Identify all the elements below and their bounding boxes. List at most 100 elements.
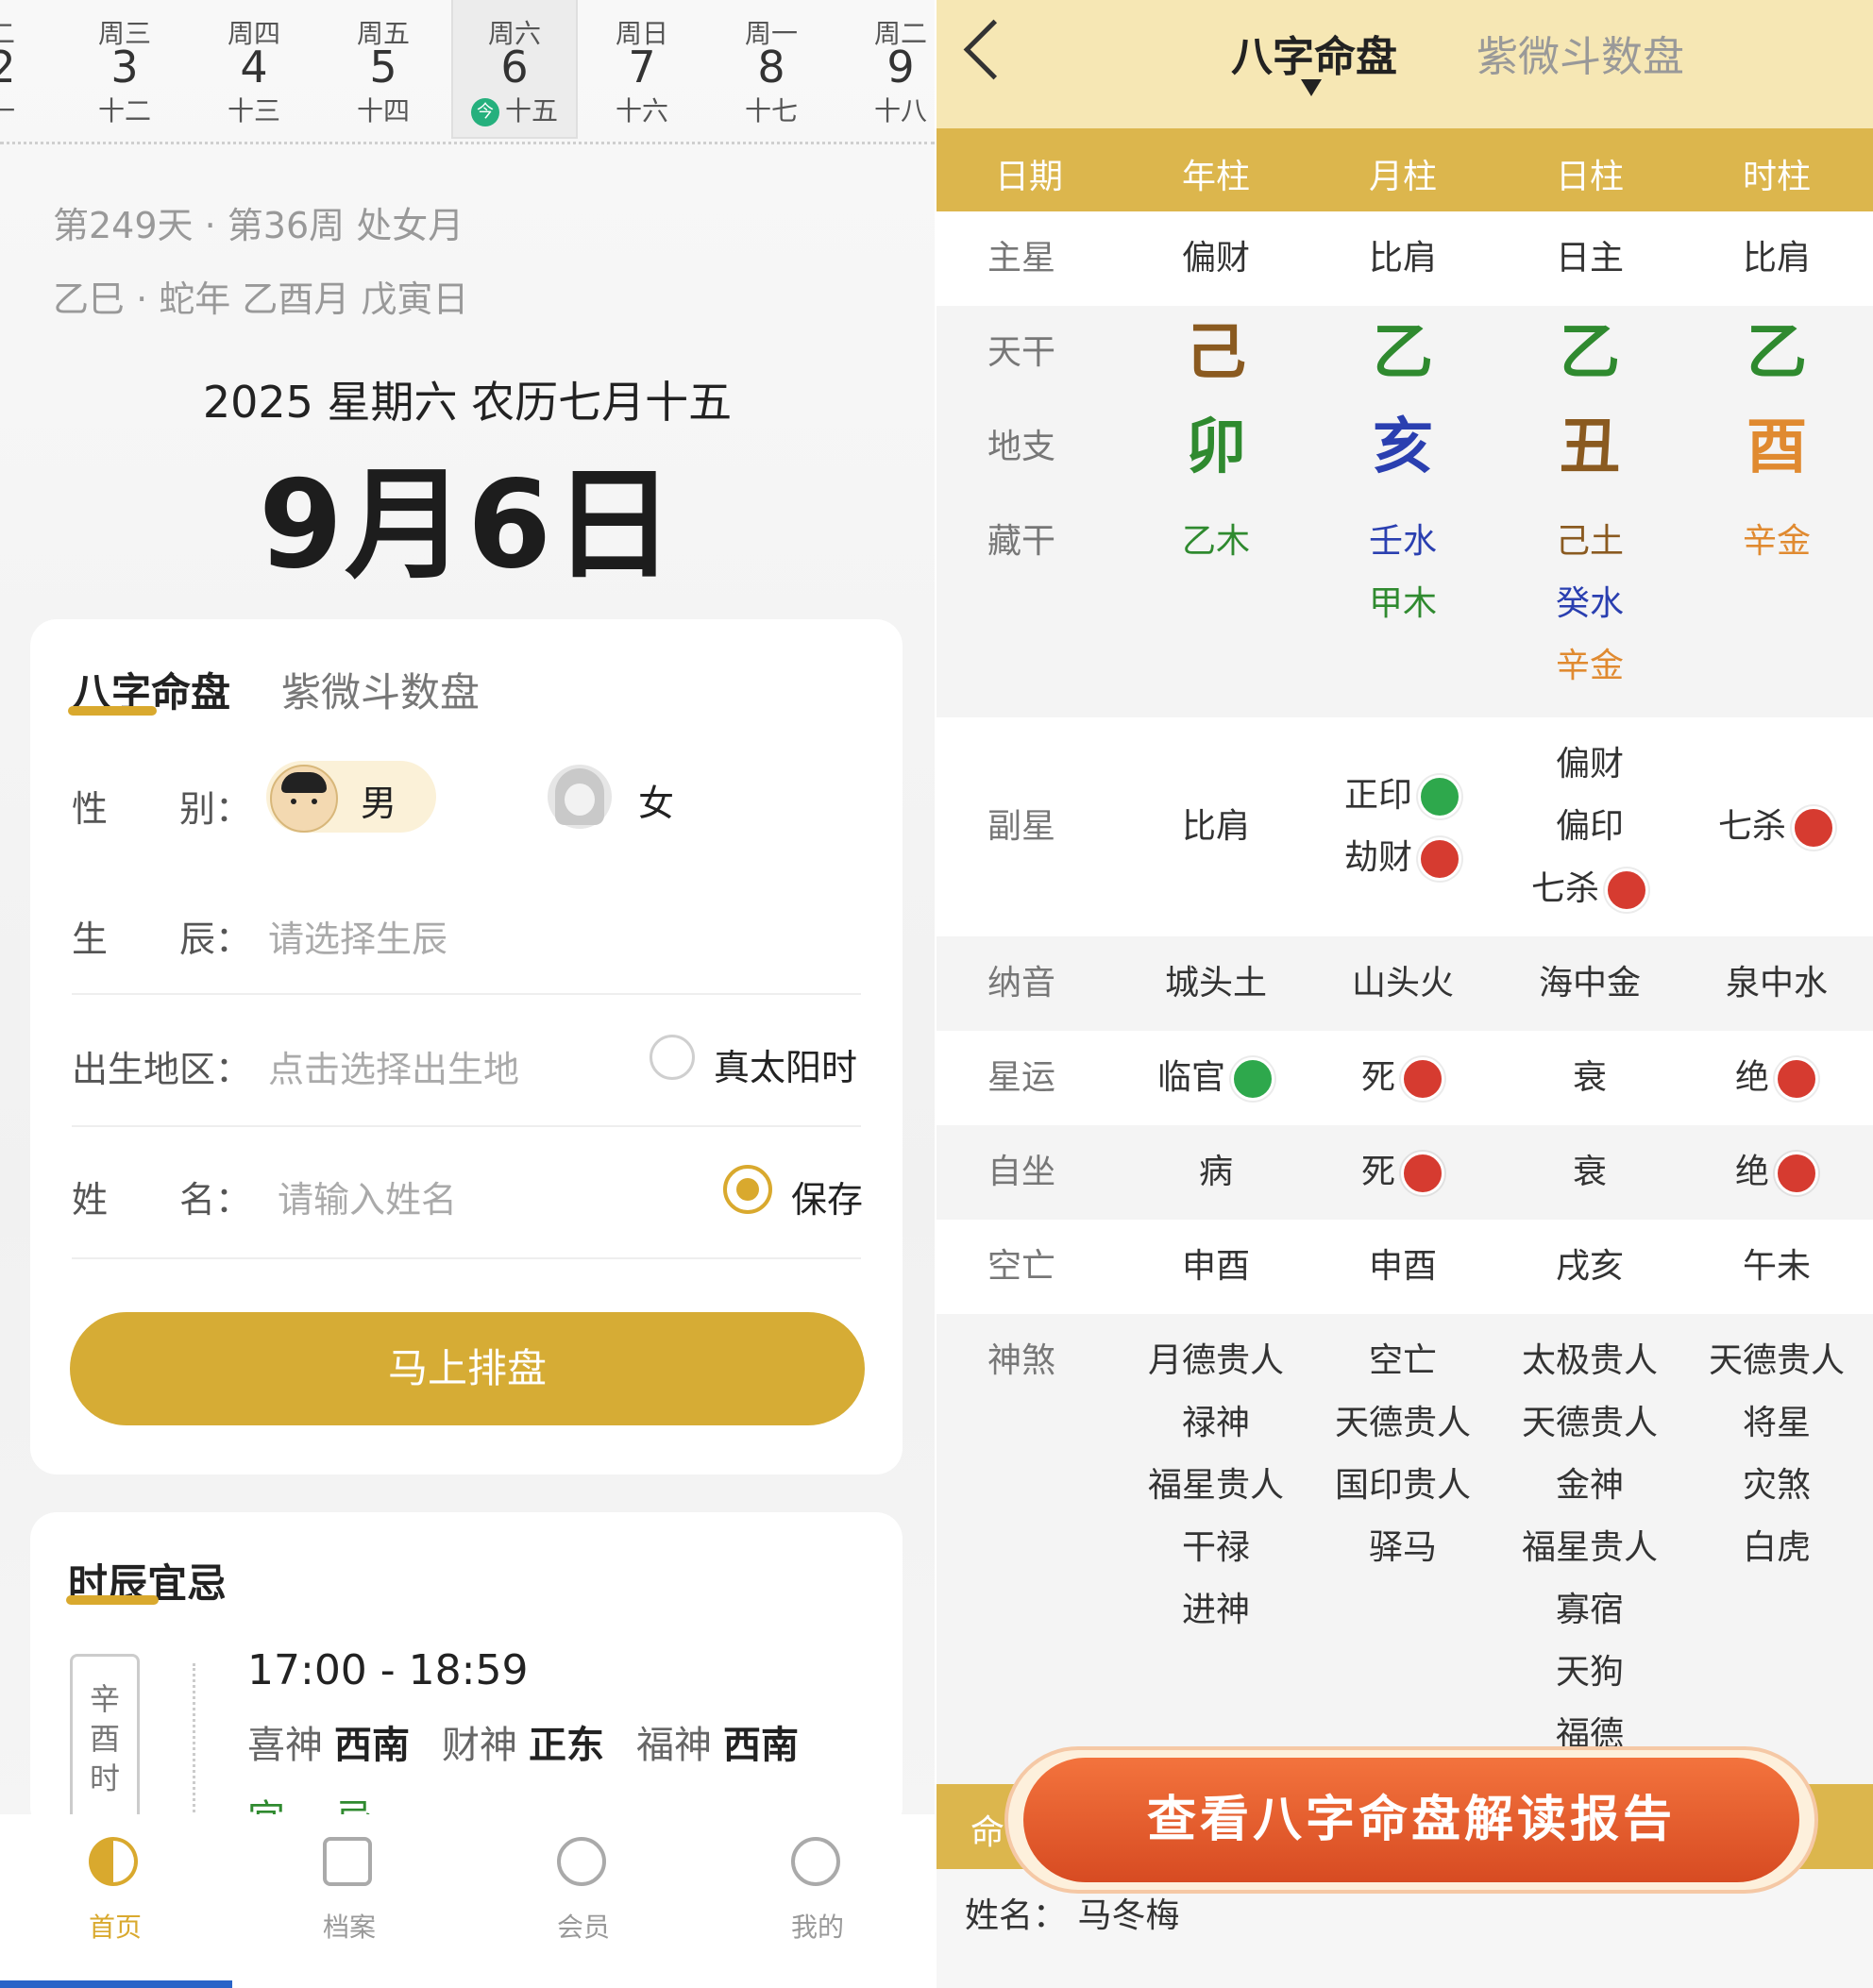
row-xingyun: 星运 临官 死 衰 绝 — [936, 1031, 1873, 1125]
day-number: 5 — [369, 42, 397, 93]
row-nayin: 纳音 城头土 山头火 海中金 泉中水 — [936, 936, 1873, 1031]
tab-label: 我的 — [790, 1912, 844, 1943]
lunar-day: 今十五 — [453, 91, 576, 128]
tab-4[interactable]: 我的 — [761, 1837, 874, 1960]
unlucky-badge — [1418, 837, 1461, 881]
lunar-day: 十四 — [322, 91, 445, 128]
pillar-cell: 天德贵人 — [1708, 1341, 1845, 1380]
day-number: 2 — [0, 42, 16, 93]
row-label: 神煞 — [987, 1341, 1055, 1380]
day-cell[interactable]: 周三 3 十二 — [63, 0, 186, 137]
active-indicator — [0, 1980, 232, 1988]
tab-2[interactable]: 档案 — [293, 1837, 406, 1960]
row-main_star: 主星 偏财 比肩 日主 比肩 — [936, 211, 1873, 306]
pillar-cell: 辛金 — [1555, 647, 1624, 685]
pillar-cell: 太极贵人 — [1521, 1341, 1658, 1380]
seat-text: 死 — [1360, 1153, 1395, 1191]
pillar-cell: 癸水 — [1555, 584, 1624, 623]
pillar-cell: 午未 — [1742, 1247, 1811, 1286]
day-number: 6 — [500, 42, 529, 93]
day-cell[interactable]: 周五 5 十四 — [322, 0, 445, 137]
shichen-card: 时辰宜忌 辛 酉 时 17:00 - 18:59 喜神西南财神正东福神西南 宜 … — [30, 1512, 903, 1843]
pillar-cell: 禄神 — [1181, 1404, 1250, 1442]
birthtime-input[interactable]: 请选择生辰 — [268, 910, 447, 962]
day-number: 8 — [757, 42, 785, 93]
day-cell[interactable]: 周四 4 十三 — [193, 0, 315, 137]
calendar-home-screen: 二 2 一周三 3 十二 周四 4 十三 周五 5 十四 周六 6 今十五 周日 7 十六 周一 8 十七 周二 9 十八 … — [0, 0, 935, 1988]
star-name: 偏印 — [1555, 807, 1624, 846]
star-name: 偏财 — [1555, 745, 1624, 783]
pillar-cell: 乙木 — [1181, 522, 1250, 561]
name-line: 姓名： 马冬梅 — [965, 1896, 1180, 1935]
day-cell[interactable]: 周六 6 今十五 — [451, 0, 578, 139]
day-number: 3 — [110, 42, 139, 93]
pillar-cell: 空亡 — [1368, 1341, 1437, 1380]
fortune-text: 绝 — [1734, 1058, 1769, 1097]
pillar-cell: 福星贵人 — [1521, 1528, 1658, 1567]
column-header: 日柱 — [1555, 158, 1624, 196]
day-number: 9 — [886, 42, 915, 93]
unlucky-badge — [1401, 1057, 1444, 1101]
pillar-cell: 天狗 — [1555, 1653, 1624, 1692]
row-label: 天干 — [987, 333, 1055, 372]
tab-ziwei[interactable]: 紫微斗数盘 — [1476, 23, 1684, 83]
pillar-cell: 己 — [1186, 318, 1246, 388]
view-report-button[interactable]: 查看八字命盘解读报告 — [1023, 1758, 1799, 1882]
pillar-cell: 卯 — [1186, 413, 1246, 482]
row-label: 星运 — [987, 1058, 1055, 1097]
day-cell[interactable]: 周二 9 十八 — [839, 0, 935, 137]
row-label: 藏干 — [987, 522, 1055, 561]
divider — [72, 1125, 861, 1127]
gender-label: 性 别： — [72, 788, 252, 830]
female-option[interactable]: 女 — [544, 761, 714, 833]
fortune-text: 临官 — [1156, 1058, 1225, 1097]
pillar-cell: 劫财 — [1313, 827, 1493, 889]
day-cell[interactable]: 周日 7 十六 — [581, 0, 703, 137]
name-input[interactable]: 请输入姓名 — [278, 1171, 457, 1222]
pillar-cell: 金神 — [1555, 1466, 1624, 1505]
pillar-cell: 七杀 — [1687, 796, 1866, 858]
unlucky-badge — [1401, 1152, 1444, 1195]
big-date: 9月6日 — [258, 455, 677, 596]
submit-button[interactable]: 马上排盘 — [70, 1312, 865, 1425]
birthtime-label: 生 辰： — [72, 918, 252, 960]
row-tiangan: 天干 己 乙 乙 乙 — [936, 306, 1873, 400]
pillar-cell: 戌亥 — [1555, 1247, 1624, 1286]
day-info-line: 第249天 · 第36周 处女月 — [53, 205, 464, 246]
save-radio[interactable] — [723, 1165, 772, 1214]
lunar-day-text: 十八 — [873, 95, 927, 126]
title-underline — [66, 1595, 159, 1605]
pillar-cell: 灾煞 — [1742, 1466, 1811, 1505]
pillar-cell: 城头土 — [1164, 964, 1267, 1002]
star-name: 七杀 — [1717, 807, 1786, 846]
day-cell[interactable]: 二2一 — [0, 0, 63, 137]
tab-3[interactable]: 会员 — [527, 1837, 640, 1960]
god-name: 财神 — [442, 1724, 517, 1767]
pillar-cell: 偏印 — [1500, 796, 1679, 858]
seat-text: 绝 — [1734, 1153, 1769, 1191]
bottom-tabbar: 首页 档案 会员 我的 — [0, 1814, 935, 1988]
tab-bazi[interactable]: 八字命盘 — [1231, 23, 1397, 83]
birthplace-input[interactable]: 点击选择出生地 — [268, 1040, 519, 1092]
true-solar-radio[interactable] — [650, 1035, 695, 1080]
pillar-cell: 山头火 — [1351, 964, 1454, 1002]
male-option[interactable]: 男 — [266, 761, 436, 833]
pillar-cell: 乙 — [1560, 318, 1620, 388]
seat-text: 衰 — [1572, 1153, 1607, 1191]
day-cell[interactable]: 周一 8 十七 — [710, 0, 833, 137]
god-direction: 正东 — [529, 1724, 604, 1767]
row-label: 地支 — [987, 428, 1055, 466]
tab-ziwei[interactable]: 紫微斗数盘 — [281, 661, 480, 718]
tab-1[interactable]: 首页 — [59, 1837, 172, 1960]
name-label: 姓 名： — [72, 1179, 252, 1221]
lucky-badge — [1418, 775, 1461, 818]
lunar-day: 十二 — [63, 91, 186, 128]
pillar-cell: 死 — [1313, 1125, 1493, 1220]
row-label: 空亡 — [987, 1247, 1055, 1286]
pillar-cell: 干禄 — [1181, 1528, 1250, 1567]
female-avatar-icon — [548, 765, 612, 829]
bazi-chart-screen: 八字命盘 紫微斗数盘 日期 年柱 月柱 日柱 时柱 主星 偏财 比肩 日主 比肩 天干己乙乙乙地支… — [936, 0, 1873, 1988]
female-label: 女 — [638, 783, 675, 824]
chevron-left-icon[interactable] — [963, 19, 1024, 80]
pillar-cell: 福星贵人 — [1147, 1466, 1284, 1505]
